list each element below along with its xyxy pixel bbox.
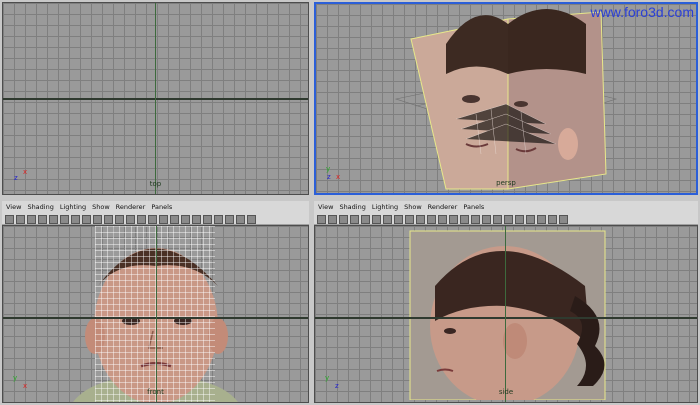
grid-icon[interactable] (361, 214, 370, 224)
axis-z-label: z (327, 173, 331, 181)
xray-icon[interactable] (548, 214, 557, 224)
bookmark-icon[interactable] (27, 214, 36, 224)
gate-mask-icon[interactable] (82, 214, 91, 224)
axis-x-label: x (23, 382, 28, 390)
film-gate-icon[interactable] (372, 214, 381, 224)
viewport-label-side: side (498, 388, 514, 396)
resolution-gate-icon[interactable] (383, 214, 392, 224)
menu-panels[interactable]: Panels (151, 202, 172, 213)
viewport-persp[interactable]: y x z persp (314, 2, 698, 195)
panel-icons-right (314, 213, 698, 225)
wireframe-icon[interactable] (126, 214, 135, 224)
menu-show[interactable]: Show (404, 202, 422, 213)
axis-z-label: z (14, 174, 18, 182)
axis-y-label: y (325, 374, 330, 382)
image-plane-icon[interactable] (38, 214, 47, 224)
grid-axis-vertical (156, 226, 157, 402)
viewport-top[interactable]: x z top (2, 2, 309, 195)
gate-mask-icon[interactable] (394, 214, 403, 224)
viewport-side[interactable]: y z side (314, 225, 698, 403)
wireframe-icon[interactable] (438, 214, 447, 224)
points-icon[interactable] (482, 214, 491, 224)
safe-action-icon[interactable] (416, 214, 425, 224)
grid-axis-vertical (505, 226, 506, 402)
axis-gizmo: y x z (326, 165, 348, 183)
panel-menu-right: View Shading Lighting Show Renderer Pane… (314, 201, 698, 213)
menu-lighting[interactable]: Lighting (372, 202, 398, 213)
textured-icon[interactable] (192, 214, 201, 224)
viewport-front[interactable]: y x front (2, 225, 309, 403)
shadows-icon[interactable] (526, 214, 535, 224)
panel-layout-icon[interactable] (559, 214, 568, 224)
camera-icon[interactable] (317, 214, 326, 224)
shadows-icon[interactable] (214, 214, 223, 224)
viewport-label-front: front (147, 388, 164, 396)
safe-action-icon[interactable] (104, 214, 113, 224)
camera-icon[interactable] (5, 214, 14, 224)
axis-z-label: z (335, 382, 339, 390)
panel-toolbar-left: View Shading Lighting Show Renderer Pane… (2, 201, 309, 225)
menu-show[interactable]: Show (92, 202, 110, 213)
flat-shade-icon[interactable] (148, 214, 157, 224)
axis-y-label: y (326, 165, 331, 173)
axis-x-label: x (336, 173, 341, 181)
resolution-gate-icon[interactable] (71, 214, 80, 224)
field-chart-icon[interactable] (405, 214, 414, 224)
film-gate-icon[interactable] (60, 214, 69, 224)
camera-attr-icon[interactable] (328, 214, 337, 224)
bounding-box-icon[interactable] (471, 214, 480, 224)
panel-menu-left: View Shading Lighting Show Renderer Pane… (2, 201, 309, 213)
panel-layout-icon[interactable] (247, 214, 256, 224)
menu-lighting[interactable]: Lighting (60, 202, 86, 213)
points-icon[interactable] (170, 214, 179, 224)
menu-panels[interactable]: Panels (463, 202, 484, 213)
menu-renderer[interactable]: Renderer (428, 202, 458, 213)
default-material-icon[interactable] (181, 214, 190, 224)
mesh-grid-overlay (95, 226, 215, 402)
safe-title-icon[interactable] (427, 214, 436, 224)
isolate-icon[interactable] (537, 214, 546, 224)
bookmark-icon[interactable] (339, 214, 348, 224)
textured-icon[interactable] (504, 214, 513, 224)
axis-gizmo: x z (13, 168, 35, 184)
flat-shade-icon[interactable] (460, 214, 469, 224)
isolate-icon[interactable] (225, 214, 234, 224)
panel-icons-left (2, 213, 309, 225)
grid-icon[interactable] (49, 214, 58, 224)
camera-attr-icon[interactable] (16, 214, 25, 224)
field-chart-icon[interactable] (93, 214, 102, 224)
axis-x-label: x (23, 168, 28, 176)
menu-renderer[interactable]: Renderer (116, 202, 146, 213)
menu-shading[interactable]: Shading (27, 202, 53, 213)
xray-icon[interactable] (236, 214, 245, 224)
panel-toolbar-right: View Shading Lighting Show Renderer Pane… (314, 201, 698, 225)
menu-view[interactable]: View (6, 202, 21, 213)
persp-scene (394, 9, 618, 190)
menu-view[interactable]: View (318, 202, 333, 213)
bounding-box-icon[interactable] (159, 214, 168, 224)
grid-axis-horizontal (315, 317, 697, 319)
smooth-shade-icon[interactable] (449, 214, 458, 224)
watermark: www.foro3d.com (590, 4, 694, 20)
safe-title-icon[interactable] (115, 214, 124, 224)
viewport-label-persp: persp (496, 179, 516, 187)
axis-gizmo: y z (325, 374, 347, 392)
smooth-shade-icon[interactable] (137, 214, 146, 224)
axis-gizmo: y x (13, 374, 35, 392)
viewport-label-top: top (149, 180, 162, 188)
image-plane-icon[interactable] (350, 214, 359, 224)
lights-icon[interactable] (203, 214, 212, 224)
default-material-icon[interactable] (493, 214, 502, 224)
menu-shading[interactable]: Shading (339, 202, 365, 213)
lights-icon[interactable] (515, 214, 524, 224)
grid-axis-vertical (155, 3, 156, 194)
axis-y-label: y (13, 374, 18, 382)
